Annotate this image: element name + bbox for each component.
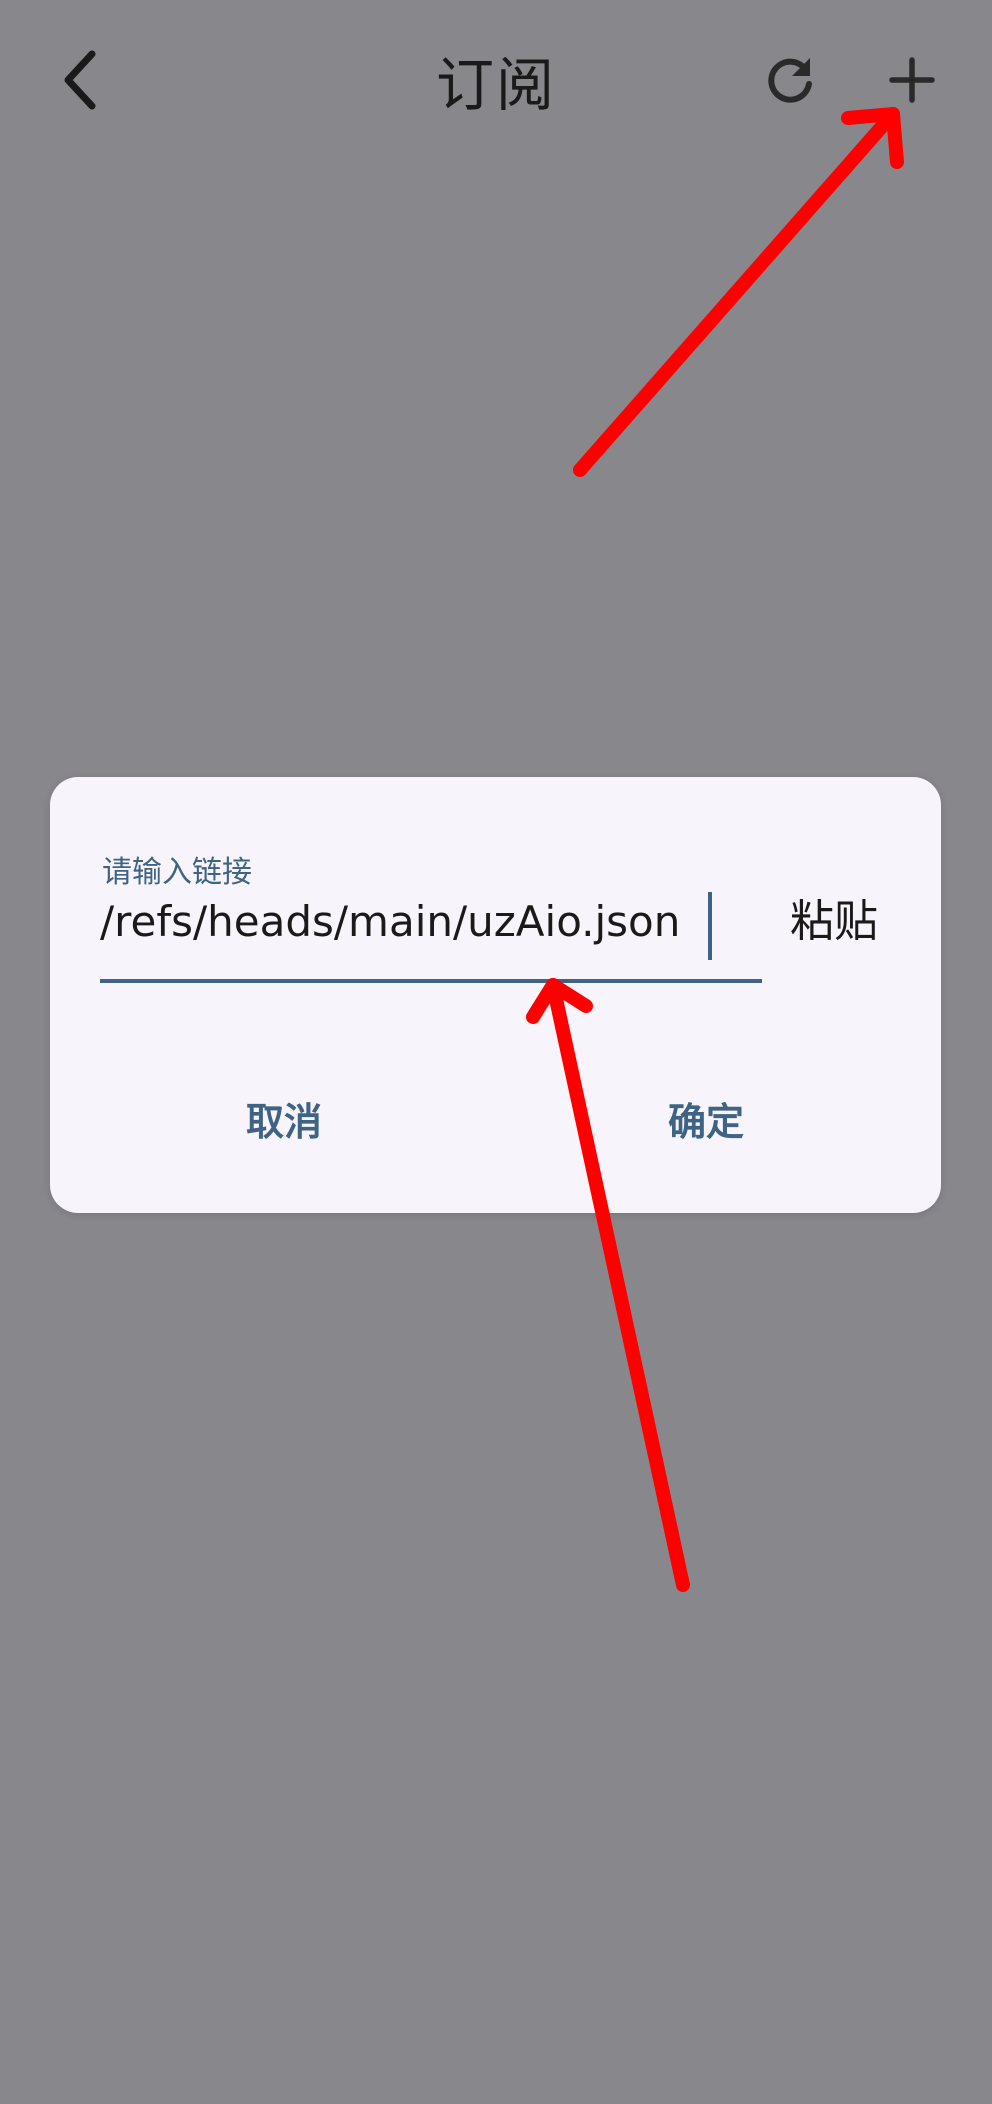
refresh-button[interactable] xyxy=(750,35,830,125)
annotation-arrow-to-add xyxy=(573,107,904,477)
app-bar: 订阅 xyxy=(0,0,992,160)
input-underline xyxy=(100,979,762,983)
confirm-button[interactable]: 确定 xyxy=(668,1087,744,1157)
plus-icon xyxy=(889,57,935,103)
screen: 订阅 请输入链接 /refs/heads/main/uzAio.json 粘贴 … xyxy=(0,0,992,2104)
link-input[interactable]: /refs/heads/main/uzAio.json xyxy=(100,882,710,962)
cancel-button[interactable]: 取消 xyxy=(246,1087,322,1157)
text-cursor xyxy=(708,892,712,960)
refresh-icon xyxy=(768,58,812,103)
add-button[interactable] xyxy=(872,35,952,125)
subscription-dialog: 请输入链接 /refs/heads/main/uzAio.json 粘贴 取消 … xyxy=(50,777,941,1213)
link-input-value: /refs/heads/main/uzAio.json xyxy=(100,897,681,946)
paste-button[interactable]: 粘贴 xyxy=(790,877,878,967)
page-title: 订阅 xyxy=(435,51,556,119)
